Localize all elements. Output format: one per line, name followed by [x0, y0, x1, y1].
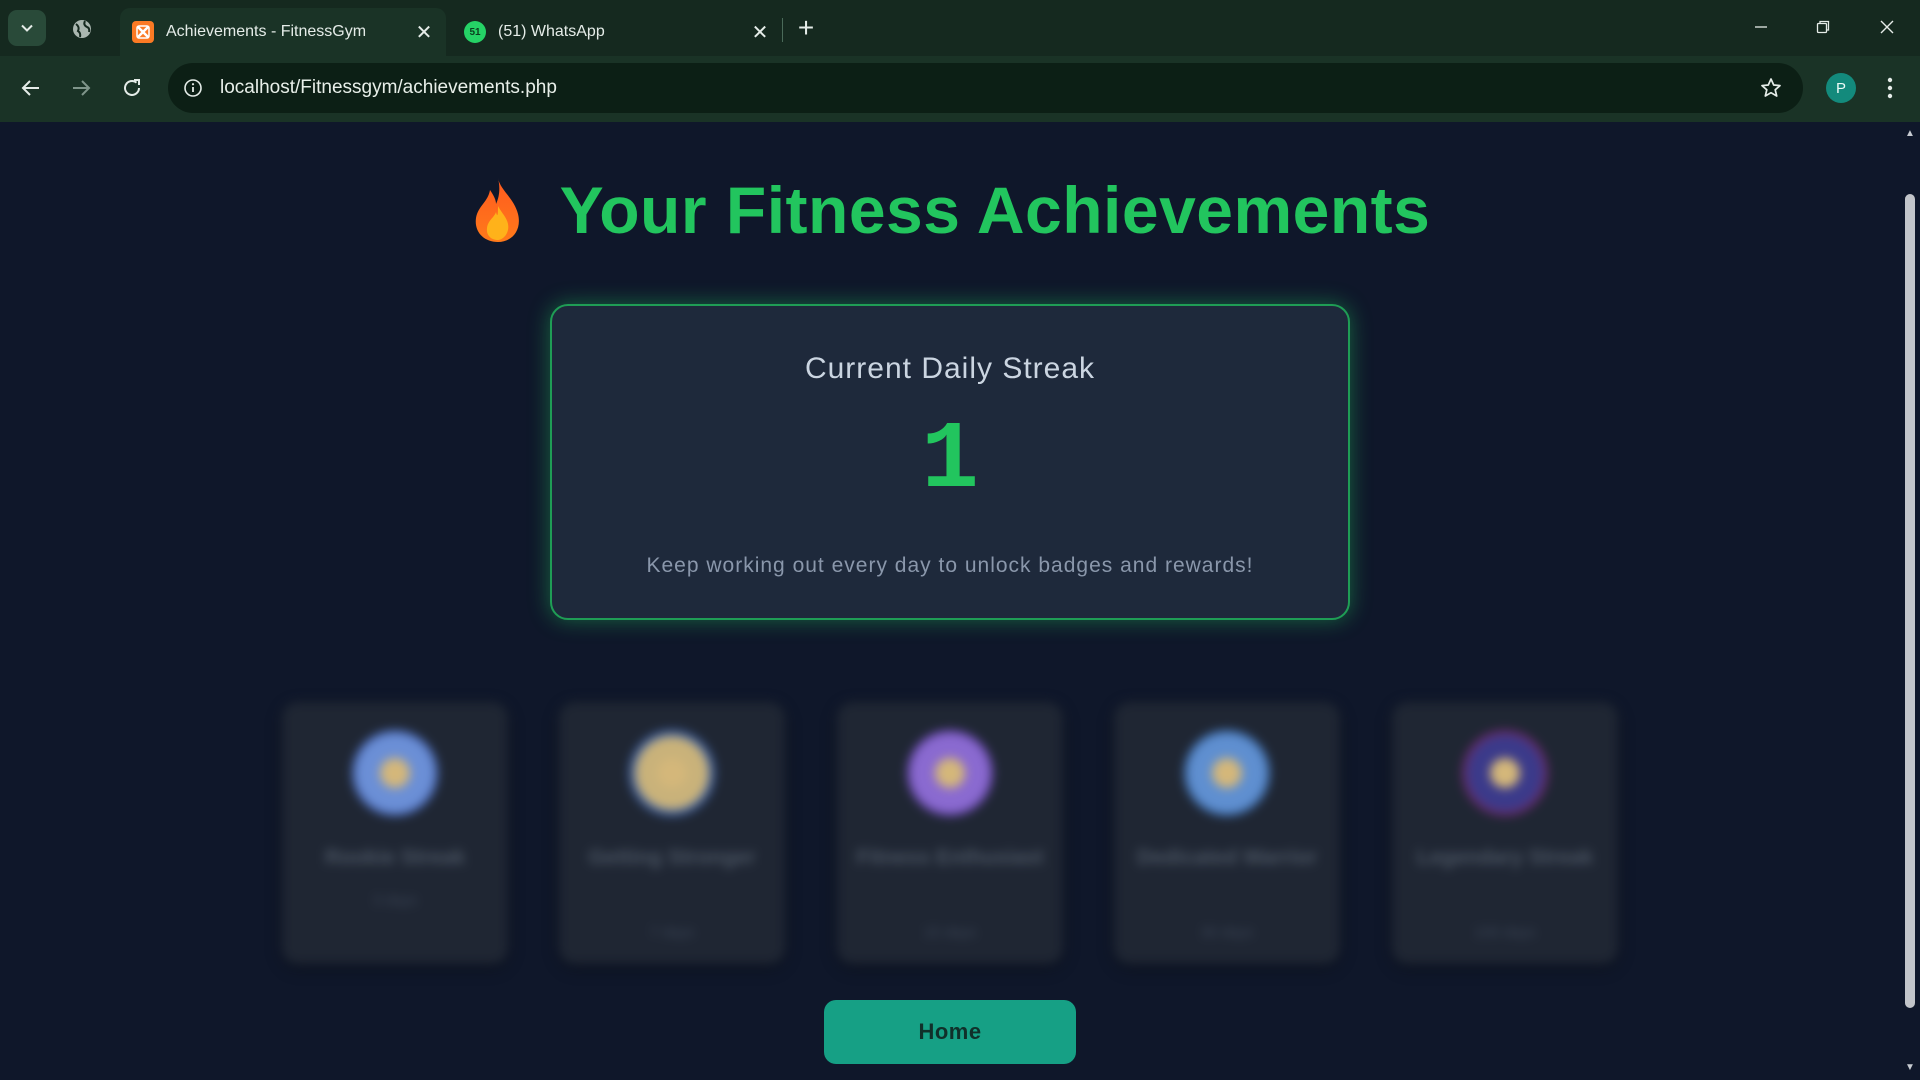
badge-days: 30 days	[1200, 924, 1254, 941]
medal-icon	[1462, 730, 1548, 816]
badge-days: 7 days	[649, 924, 695, 941]
medal-icon	[1184, 730, 1270, 816]
bookmark-star-icon[interactable]	[1753, 70, 1789, 106]
tab-strip: Achievements - FitnessGym ✕ 51 (51) What…	[0, 0, 1920, 56]
streak-count: 1	[921, 406, 979, 515]
badge-days: 100 days	[1474, 924, 1536, 941]
home-button[interactable]: Home	[824, 1000, 1076, 1064]
tab-separator	[782, 18, 783, 42]
page-content: Your Fitness Achievements Current Daily …	[0, 122, 1900, 1078]
tab-title: Achievements - FitnessGym	[166, 23, 367, 40]
badge-title: Dedicated Warrior	[1136, 846, 1318, 869]
reload-icon[interactable]	[114, 70, 150, 106]
badge-list: Rookie Streak 3 days Getting Stronger 7 …	[282, 702, 1618, 964]
streak-label: Current Daily Streak	[804, 352, 1096, 385]
window-close-icon[interactable]	[1864, 6, 1910, 48]
medal-icon	[907, 730, 993, 816]
streak-card: Current Daily Streak 1 Keep working out …	[550, 304, 1350, 620]
back-arrow-icon[interactable]	[13, 70, 49, 106]
chevron-down-icon	[21, 24, 33, 32]
address-bar[interactable]: localhost/Fitnessgym/achievements.php	[168, 63, 1803, 113]
kebab-menu-icon[interactable]	[1874, 70, 1906, 106]
minimize-icon[interactable]	[1738, 6, 1784, 48]
xampp-icon	[132, 21, 154, 43]
scroll-up-icon[interactable]: ▲	[1904, 128, 1916, 139]
restore-icon[interactable]	[1800, 6, 1846, 48]
badge-card: Fitness Enthusiast 15 days	[837, 702, 1063, 964]
badge-card: Legendary Streak 100 days	[1392, 702, 1618, 964]
streak-note: Keep working out every day to unlock bad…	[646, 554, 1254, 577]
page-heading: Your Fitness Achievements	[0, 172, 1900, 248]
flame-icon	[475, 178, 519, 242]
forward-arrow-icon[interactable]	[63, 70, 99, 106]
tab-search-button[interactable]	[8, 10, 46, 46]
close-icon[interactable]: ✕	[410, 18, 438, 46]
globe-icon[interactable]	[66, 13, 98, 45]
close-icon[interactable]: ✕	[746, 18, 774, 46]
badge-title: Fitness Enthusiast	[856, 846, 1044, 869]
badge-title: Legendary Streak	[1416, 846, 1594, 869]
url-text[interactable]: localhost/Fitnessgym/achievements.php	[220, 77, 1753, 99]
badge-days: 15 days	[923, 924, 977, 941]
medal-icon	[352, 730, 438, 816]
page-title: Your Fitness Achievements	[559, 173, 1431, 247]
badge-days: 3 days	[372, 892, 418, 909]
badge-title: Rookie Streak	[324, 846, 466, 869]
medal-icon	[629, 730, 715, 816]
profile-avatar[interactable]: P	[1826, 73, 1856, 103]
whatsapp-count: 51	[469, 26, 481, 38]
badge-title: Getting Stronger	[588, 846, 756, 869]
page-scrollbar[interactable]: ▲ ▼	[1900, 122, 1920, 1078]
new-tab-plus-icon[interactable]: +	[790, 12, 822, 44]
site-info-icon[interactable]	[178, 73, 208, 103]
badge-card: Dedicated Warrior 30 days	[1114, 702, 1340, 964]
badge-card: Rookie Streak 3 days	[282, 702, 508, 964]
scroll-thumb[interactable]	[1905, 194, 1915, 1008]
tab-title: (51) WhatsApp	[498, 23, 605, 40]
scroll-down-icon[interactable]: ▼	[1904, 1062, 1916, 1073]
tab-achievements[interactable]: Achievements - FitnessGym ✕	[120, 8, 446, 56]
tab-whatsapp[interactable]: 51 (51) WhatsApp ✕	[452, 8, 782, 56]
browser-toolbar: localhost/Fitnessgym/achievements.php P	[0, 56, 1920, 122]
whatsapp-icon: 51	[464, 21, 486, 43]
browser-chrome: Achievements - FitnessGym ✕ 51 (51) What…	[0, 0, 1920, 122]
badge-card: Getting Stronger 7 days	[559, 702, 785, 964]
